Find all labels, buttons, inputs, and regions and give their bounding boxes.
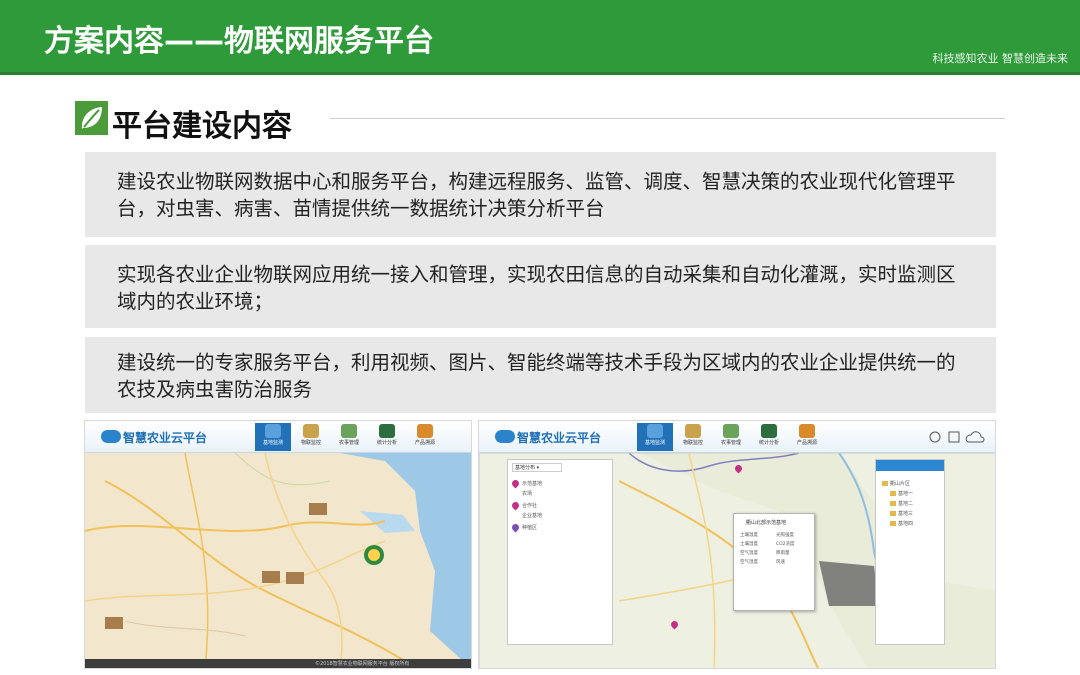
content-text-2: 实现各农业企业物联网应用统一接入和管理，实现农田信息的自动采集和自动化灌溉，实时…: [117, 263, 956, 313]
list-item[interactable]: 农场: [522, 490, 532, 497]
content-block-3: 建设统一的专家服务平台，利用视频、图片、智能终端等技术手段为区域内的农业企业提供…: [85, 337, 996, 413]
nav-label: 基地监测: [262, 440, 283, 446]
map-status-bar: ©2018智慧农业物联网服务平台 版权所有: [85, 659, 471, 668]
nav-label: 产品溯源: [796, 440, 817, 446]
folder-icon: [882, 481, 888, 486]
list-item[interactable]: 企业基地: [522, 512, 542, 519]
toolbar-actions: [927, 427, 987, 447]
nav-tab-2[interactable]: 物联监控: [293, 423, 329, 451]
nav-label: 农事管理: [720, 440, 741, 446]
tree-item[interactable]: 基地二: [890, 500, 913, 507]
content-block-2: 实现各农业企业物联网应用统一接入和管理，实现农田信息的自动采集和自动化灌溉，实时…: [85, 245, 996, 328]
popup-title: 衢山北部示范基地: [746, 520, 787, 526]
platform-screenshot-right: 智慧农业云平台 基地监测 物联监控 农事管理 统计分析 产品溯源 基地分布 ▾ …: [478, 420, 996, 669]
nav-tab-2[interactable]: 物联监控: [675, 423, 711, 451]
platform-screenshot-left: 智慧农业云平台 基地监测 物联监控 农事管理 统计分析 产品溯源 ©2018智慧…: [84, 420, 472, 669]
section-title: 平台建设内容: [112, 109, 292, 144]
base-info-popup: 衢山北部示范基地 土壤温度 土壤湿度 空气温度 空气湿度 光照强度 CO2浓度 …: [733, 513, 815, 611]
base-list-panel: 基地分布 ▾ 示范基地 农场 合作社 企业基地 种植区: [507, 459, 613, 645]
trace-icon: [799, 424, 815, 438]
nav-label: 物联监控: [682, 440, 703, 446]
nav-label: 统计分析: [758, 440, 779, 446]
nav-tab-4[interactable]: 统计分析: [751, 423, 787, 451]
popup-row: 降雨量: [776, 551, 790, 556]
region-tree-panel: 衢山片区 基地一 基地二 基地三 基地四: [875, 459, 945, 645]
content-text-3: 建设统一的专家服务平台，利用视频、图片、智能终端等技术手段为区域内的农业企业提供…: [117, 351, 956, 401]
trace-icon: [417, 424, 433, 438]
folder-icon: [890, 511, 896, 516]
tree-item[interactable]: 基地四: [890, 520, 913, 527]
tree-item[interactable]: 基地一: [890, 490, 913, 497]
farm-manage-icon: [723, 424, 739, 438]
nav-tab-1[interactable]: 基地监测: [637, 423, 673, 451]
popup-row: 光照强度: [776, 533, 794, 538]
copyright-text: ©2018智慧农业物联网服务平台 版权所有: [315, 661, 410, 667]
nav-label: 统计分析: [376, 440, 397, 446]
settings-icon: [948, 431, 960, 443]
tree-label: 基地四: [898, 521, 914, 527]
nav-tab-4[interactable]: 统计分析: [369, 423, 405, 451]
nav-tab-5[interactable]: 产品溯源: [407, 423, 443, 451]
nav-label: 物联监控: [300, 440, 321, 446]
cloud-icon: [965, 431, 985, 443]
tree-item[interactable]: 基地三: [890, 510, 913, 517]
popup-row: 风速: [776, 560, 785, 565]
base-filter-select[interactable]: 基地分布 ▾: [512, 463, 562, 472]
map-pin-icon: [510, 522, 521, 533]
folder-icon: [890, 501, 896, 506]
tree-label: 基地二: [898, 501, 914, 507]
tree-label: 基地一: [898, 491, 914, 497]
page-title: 方案内容——物联网服务平台: [44, 24, 434, 59]
tree-header: [876, 460, 944, 471]
cloud-logo-icon: [101, 430, 121, 443]
base-monitor-icon: [265, 424, 281, 438]
tree-item[interactable]: 衢山片区: [882, 480, 910, 487]
farm-manage-icon: [341, 424, 357, 438]
popup-row: CO2浓度: [776, 542, 795, 547]
nav-tab-5[interactable]: 产品溯源: [789, 423, 825, 451]
statistics-icon: [761, 424, 777, 438]
popup-row: 空气温度: [740, 551, 758, 556]
nav-tab-3[interactable]: 农事管理: [713, 423, 749, 451]
tree-label: 基地三: [898, 511, 914, 517]
base-monitor-icon: [647, 424, 663, 438]
list-item[interactable]: 示范基地: [522, 480, 542, 487]
section-divider: [330, 118, 1005, 119]
list-item[interactable]: 合作社: [522, 502, 537, 509]
popup-row: 土壤湿度: [740, 542, 758, 547]
iot-monitor-icon: [685, 424, 701, 438]
user-icon: [929, 431, 941, 443]
content-block-1: 建设农业物联网数据中心和服务平台，构建远程服务、监管、调度、智慧决策的农业现代化…: [85, 152, 996, 237]
map-image: [85, 421, 471, 668]
list-item[interactable]: 种植区: [522, 524, 537, 531]
statistics-icon: [379, 424, 395, 438]
folder-icon: [890, 491, 896, 496]
nav-tab-3[interactable]: 农事管理: [331, 423, 367, 451]
map-pin-icon: [510, 478, 521, 489]
header-tagline: 科技感知农业 智慧创造未来: [932, 52, 1069, 65]
nav-label: 基地监测: [644, 440, 665, 446]
app-toolbar: 智慧农业云平台 基地监测 物联监控 农事管理 统计分析 产品溯源: [479, 421, 995, 453]
map-pin-icon: [510, 500, 521, 511]
popup-row: 土壤温度: [740, 533, 758, 538]
cloud-logo-icon: [495, 430, 515, 443]
leaf-icon: [75, 101, 108, 135]
content-text-1: 建设农业物联网数据中心和服务平台，构建远程服务、监管、调度、智慧决策的农业现代化…: [117, 170, 956, 220]
popup-row: 空气湿度: [740, 560, 758, 565]
nav-label: 产品溯源: [414, 440, 435, 446]
folder-icon: [890, 521, 896, 526]
nav-label: 农事管理: [338, 440, 359, 446]
header-banner: 方案内容——物联网服务平台 科技感知农业 智慧创造未来: [0, 0, 1080, 75]
app-toolbar: 智慧农业云平台 基地监测 物联监控 农事管理 统计分析 产品溯源: [85, 421, 471, 453]
iot-monitor-icon: [303, 424, 319, 438]
app-brand: 智慧农业云平台: [123, 431, 208, 445]
nav-tab-1[interactable]: 基地监测: [255, 423, 291, 451]
app-brand: 智慧农业云平台: [517, 431, 602, 445]
tree-label: 衢山片区: [890, 481, 911, 487]
